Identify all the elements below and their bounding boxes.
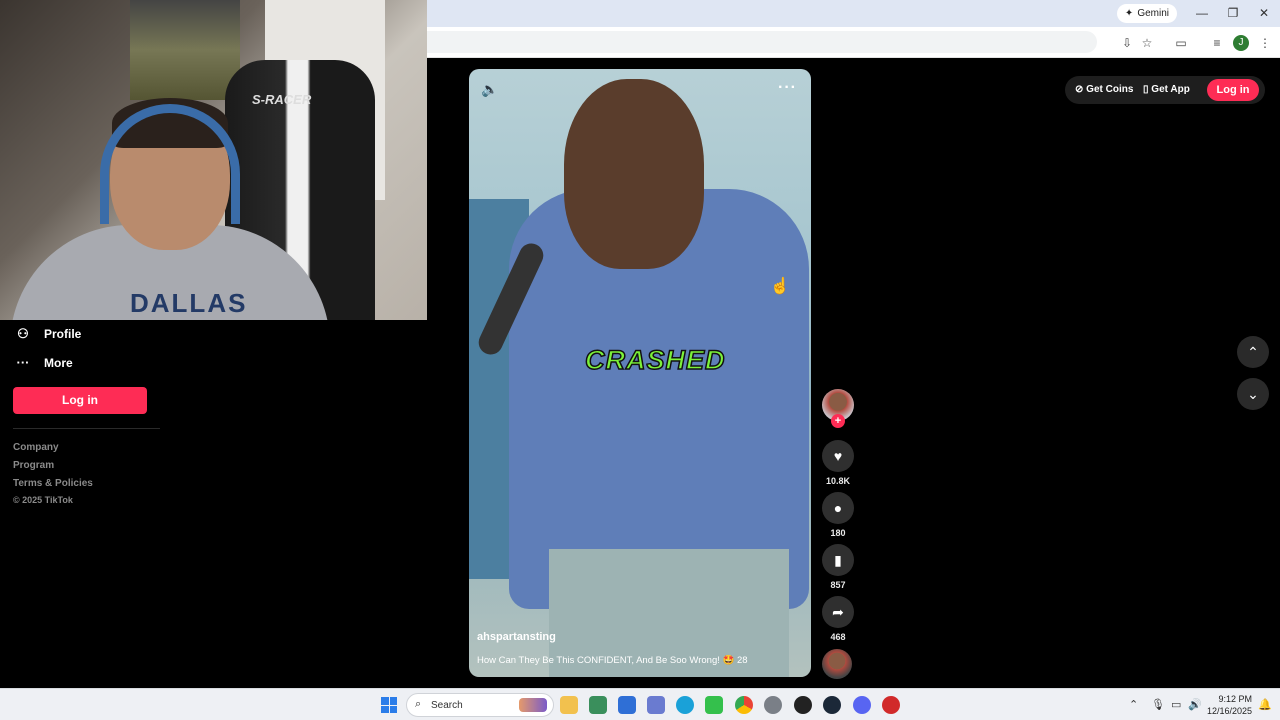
shirt-text: DALLAS (130, 288, 248, 318)
edge-icon[interactable] (676, 696, 694, 714)
windows-start-icon[interactable] (381, 697, 397, 713)
video-author[interactable]: ahspartansting (477, 631, 556, 643)
get-coins-link[interactable]: ⊘ Get Coins (1075, 84, 1133, 95)
bookmark-count: 857 (830, 580, 846, 590)
previous-video-button[interactable]: ⌃ (1237, 336, 1269, 368)
taskbar: ⌕ Search ⌃ 🎙 ▭ 🔊 9:12 PM 12/16/2025 🔔 (0, 688, 1280, 720)
clock-date: 12/16/2025 (1206, 706, 1252, 716)
share-icon[interactable]: ➦ (822, 596, 854, 628)
address-bar[interactable] (427, 31, 1097, 53)
discord-icon[interactable] (853, 696, 871, 714)
steam-icon[interactable] (823, 696, 841, 714)
footer-link-program[interactable]: Program (13, 460, 54, 471)
comment-icon[interactable]: ● (822, 492, 854, 524)
chevron-up-icon: ⌃ (1247, 344, 1259, 360)
screen: ✦ Gemini — ❐ ✕ ⇩ ☆ ▭ ≡ J ⋮ S-RACER DALLA… (0, 0, 1280, 720)
microphone-icon[interactable]: 🎙 (1151, 698, 1165, 711)
get-app-label: Get App (1151, 84, 1190, 95)
chrome-icon[interactable] (735, 696, 753, 714)
xbox-icon[interactable] (705, 696, 723, 714)
like-action[interactable]: ♥ 10.8K (820, 440, 856, 486)
gemini-button[interactable]: ✦ Gemini (1116, 4, 1177, 23)
webcam-overlay: S-RACER DALLAS (0, 0, 427, 320)
gemini-label: Gemini (1137, 8, 1169, 19)
sound-avatar[interactable] (822, 649, 852, 679)
bookmark-icon[interactable]: ▮ (822, 544, 854, 576)
browser-titlebar: ✦ Gemini — ❐ ✕ (427, 0, 1280, 27)
footer-link-terms[interactable]: Terms & Policies (13, 478, 93, 489)
volume-icon[interactable]: 🔈 (481, 81, 498, 98)
comment-count: 180 (830, 528, 846, 538)
bookmark-star-icon[interactable]: ☆ (1139, 35, 1155, 51)
browser-toolbar: ⇩ ☆ ▭ ≡ J ⋮ (427, 27, 1280, 58)
file-explorer-icon[interactable] (560, 696, 578, 714)
system-clock[interactable]: 9:12 PM 12/16/2025 (1207, 693, 1252, 717)
chair-brand-text: S-RACER (252, 92, 312, 107)
ellipsis-icon: ··· (16, 355, 30, 370)
notification-bell-icon[interactable]: 🔔 (1258, 698, 1272, 711)
video-person-head (564, 79, 704, 269)
kebab-menu-icon[interactable]: ⋮ (1257, 35, 1273, 51)
video-description: How Can They Be This CONFIDENT, And Be S… (477, 655, 748, 666)
outlook-icon[interactable] (618, 696, 636, 714)
video-player[interactable]: 🔈 ··· CRASHED ahspartansting How Can The… (469, 69, 811, 677)
store-icon[interactable] (589, 696, 607, 714)
minimize-button[interactable]: — (1187, 4, 1217, 22)
heart-icon[interactable]: ♥ (822, 440, 854, 472)
media-controls-icon[interactable]: ≡ (1209, 35, 1225, 51)
restore-button[interactable]: ❐ (1218, 4, 1248, 22)
share-count: 468 (830, 632, 846, 642)
display-icon[interactable]: ▭ (1171, 698, 1181, 711)
media-player-icon[interactable] (882, 696, 900, 714)
sidebar-item-label: Profile (44, 327, 82, 341)
vpn-icon[interactable] (647, 696, 665, 714)
hand-cursor-icon: ☝ (770, 278, 790, 295)
header-login-button[interactable]: Log in (1207, 79, 1259, 101)
coin-icon: ⊘ (1075, 84, 1084, 95)
follow-plus-icon[interactable]: + (831, 414, 845, 428)
webcam-masks-shelf (130, 0, 240, 100)
search-highlight-icon (519, 698, 547, 712)
sparkle-icon: ✦ (1124, 8, 1134, 19)
cast-icon[interactable]: ▭ (1173, 35, 1189, 51)
close-window-button[interactable]: ✕ (1249, 4, 1279, 22)
obs-icon[interactable] (794, 696, 812, 714)
footer-link-company[interactable]: Company (13, 442, 59, 453)
next-video-button[interactable]: ⌄ (1237, 378, 1269, 410)
get-app-link[interactable]: ▯ Get App (1143, 84, 1190, 95)
search-placeholder: Search (431, 700, 463, 711)
video-caption: CRASHED (584, 344, 726, 376)
taskbar-search[interactable]: ⌕ Search (406, 693, 554, 717)
clock-time: 9:12 PM (1218, 694, 1252, 704)
phone-icon: ▯ (1143, 84, 1149, 95)
profile-avatar[interactable]: J (1233, 35, 1249, 51)
speaker-icon[interactable]: 🔊 (1188, 698, 1202, 711)
chevron-down-icon: ⌄ (1247, 386, 1259, 402)
sidebar-item-label: More (44, 355, 73, 370)
bookmark-action[interactable]: ▮ 857 (820, 544, 856, 590)
header-actions: ⊘ Get Coins ▯ Get App Log in (1065, 76, 1265, 104)
copyright-text: © 2025 TikTok (13, 495, 73, 505)
tray-chevron-icon[interactable]: ⌃ (1129, 698, 1138, 711)
get-coins-label: Get Coins (1086, 84, 1134, 95)
sidebar-item-profile[interactable]: ⚇ Profile (16, 326, 81, 342)
sidebar-item-more[interactable]: ··· More (16, 355, 73, 370)
person-icon: ⚇ (17, 326, 29, 341)
install-app-icon[interactable]: ⇩ (1119, 35, 1135, 51)
sidebar-login-button[interactable]: Log in (13, 387, 147, 414)
settings-icon[interactable] (764, 696, 782, 714)
comment-action[interactable]: ● 180 (820, 492, 856, 538)
sidebar-divider (13, 428, 160, 429)
like-count: 10.8K (825, 476, 851, 486)
share-action[interactable]: ➦ 468 (820, 596, 856, 642)
search-icon: ⌕ (415, 698, 422, 710)
video-more-icon[interactable]: ··· (778, 79, 797, 97)
